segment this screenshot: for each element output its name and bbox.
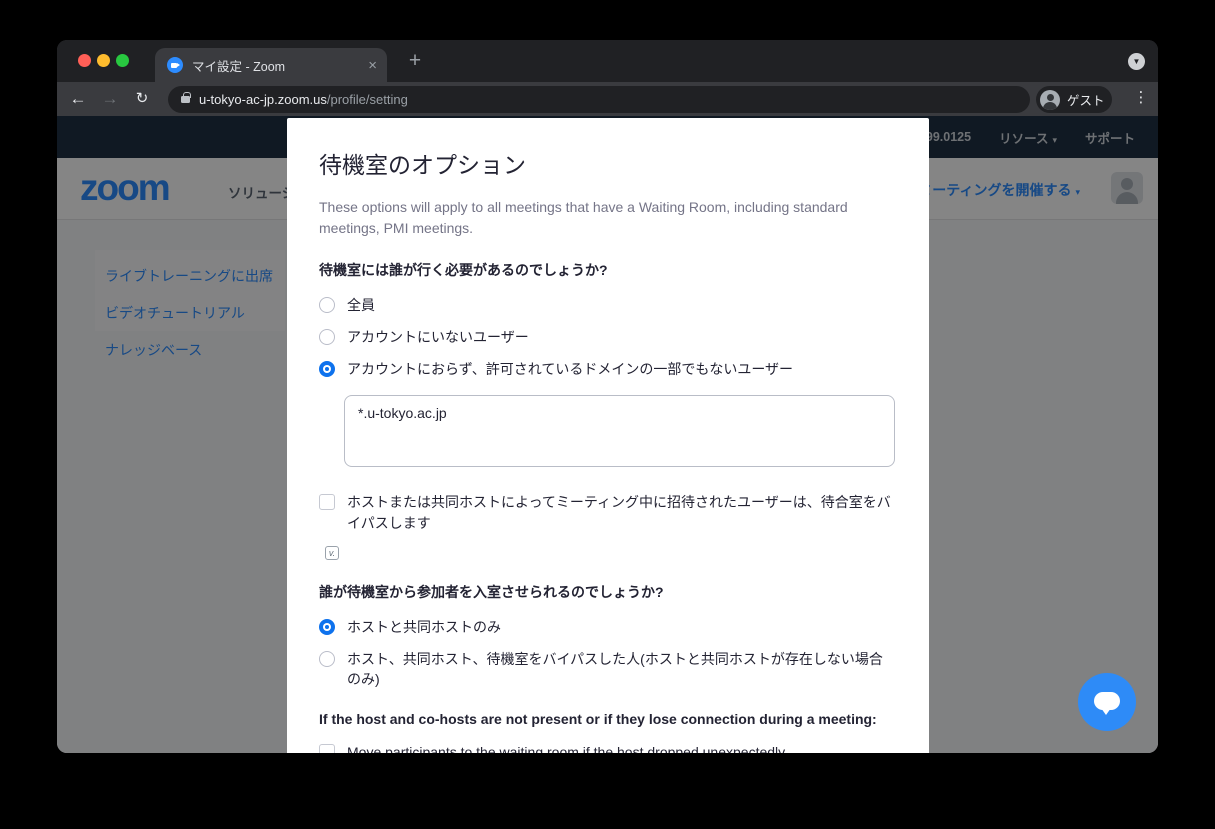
- option-users-not-in-account[interactable]: アカウントにいないユーザー: [319, 327, 895, 347]
- move-participants-checkbox-row[interactable]: Move participants to the waiting room if…: [319, 742, 895, 753]
- option-host-cohosts-only[interactable]: ホストと共同ホストのみ: [319, 617, 895, 637]
- waiting-room-options-modal: 待機室のオプション These options will apply to al…: [287, 118, 929, 753]
- minimize-window-button[interactable]: [97, 54, 110, 67]
- close-window-button[interactable]: [78, 54, 91, 67]
- browser-window: マイ設定 - Zoom × + ▼ ← → ↻ u-tokyo-ac-jp.zo…: [57, 40, 1158, 753]
- guest-avatar-icon: [1040, 90, 1060, 110]
- address-bar[interactable]: u-tokyo-ac-jp.zoom.us/profile/setting: [168, 86, 1030, 113]
- zoom-favicon-icon: [167, 57, 183, 73]
- question-who-goes-to-waiting-room: 待機室には誰が行く必要があるのでしょうか?: [319, 260, 895, 280]
- bypass-waiting-room-checkbox-row[interactable]: ホストまたは共同ホストによってミーティング中に招待されたユーザーは、待合室をバイ…: [319, 492, 895, 534]
- modal-title: 待機室のオプション: [319, 146, 895, 180]
- chat-bubble-icon: [1094, 692, 1120, 710]
- option-users-not-in-account-or-domains[interactable]: アカウントにおらず、許可されているドメインの一部でもないユーザー: [319, 359, 895, 379]
- profile-button[interactable]: ゲスト: [1036, 86, 1112, 113]
- tab-strip: マイ設定 - Zoom × + ▼: [57, 40, 1158, 82]
- radio-selected-icon[interactable]: [319, 619, 335, 635]
- option-everyone[interactable]: 全員: [319, 295, 895, 315]
- radio-unselected-icon[interactable]: [319, 297, 335, 313]
- browser-menu-button[interactable]: ⋮: [1131, 82, 1151, 116]
- url-path: /profile/setting: [327, 92, 408, 107]
- desktop-background: マイ設定 - Zoom × + ▼ ← → ↻ u-tokyo-ac-jp.zo…: [0, 0, 1215, 829]
- radio-unselected-icon[interactable]: [319, 651, 335, 667]
- tab-search-button[interactable]: ▼: [1128, 53, 1145, 70]
- browser-toolbar: ← → ↻ u-tokyo-ac-jp.zoom.us/profile/sett…: [57, 82, 1158, 116]
- forward-button[interactable]: →: [97, 82, 123, 116]
- option-host-cohosts-bypassers[interactable]: ホスト、共同ホスト、待機室をバイパスした人(ホストと共同ホストが存在しない場合の…: [319, 649, 895, 689]
- radio-selected-icon[interactable]: [319, 361, 335, 377]
- url-domain: u-tokyo-ac-jp.zoom.us: [199, 92, 327, 107]
- allowed-domains-input[interactable]: *.u-tokyo.ac.jp: [344, 395, 895, 467]
- modal-description: These options will apply to all meetings…: [319, 197, 849, 239]
- guest-label: ゲスト: [1067, 90, 1105, 109]
- radio-unselected-icon[interactable]: [319, 329, 335, 345]
- chat-support-button[interactable]: [1078, 673, 1136, 731]
- fullscreen-window-button[interactable]: [116, 54, 129, 67]
- reload-button[interactable]: ↻: [129, 82, 155, 116]
- lock-icon: [181, 96, 190, 103]
- zoom-web-page: 88.799.0125 リソース▾ サポート zoom ソリューション ミーティ…: [57, 116, 1158, 753]
- close-tab-icon[interactable]: ×: [368, 58, 377, 73]
- back-button[interactable]: ←: [65, 82, 91, 116]
- new-tab-button[interactable]: +: [403, 49, 427, 73]
- checkbox-unchecked-icon[interactable]: [319, 494, 335, 510]
- question-host-not-present: If the host and co-hosts are not present…: [319, 711, 895, 727]
- question-who-can-admit: 誰が待機室から参加者を入室させられるのでしょうか?: [319, 582, 895, 602]
- tab-title: マイ設定 - Zoom: [192, 56, 362, 75]
- checkbox-unchecked-icon[interactable]: [319, 744, 335, 753]
- browser-tab[interactable]: マイ設定 - Zoom ×: [155, 48, 387, 82]
- v-badge-icon: v.: [325, 546, 339, 560]
